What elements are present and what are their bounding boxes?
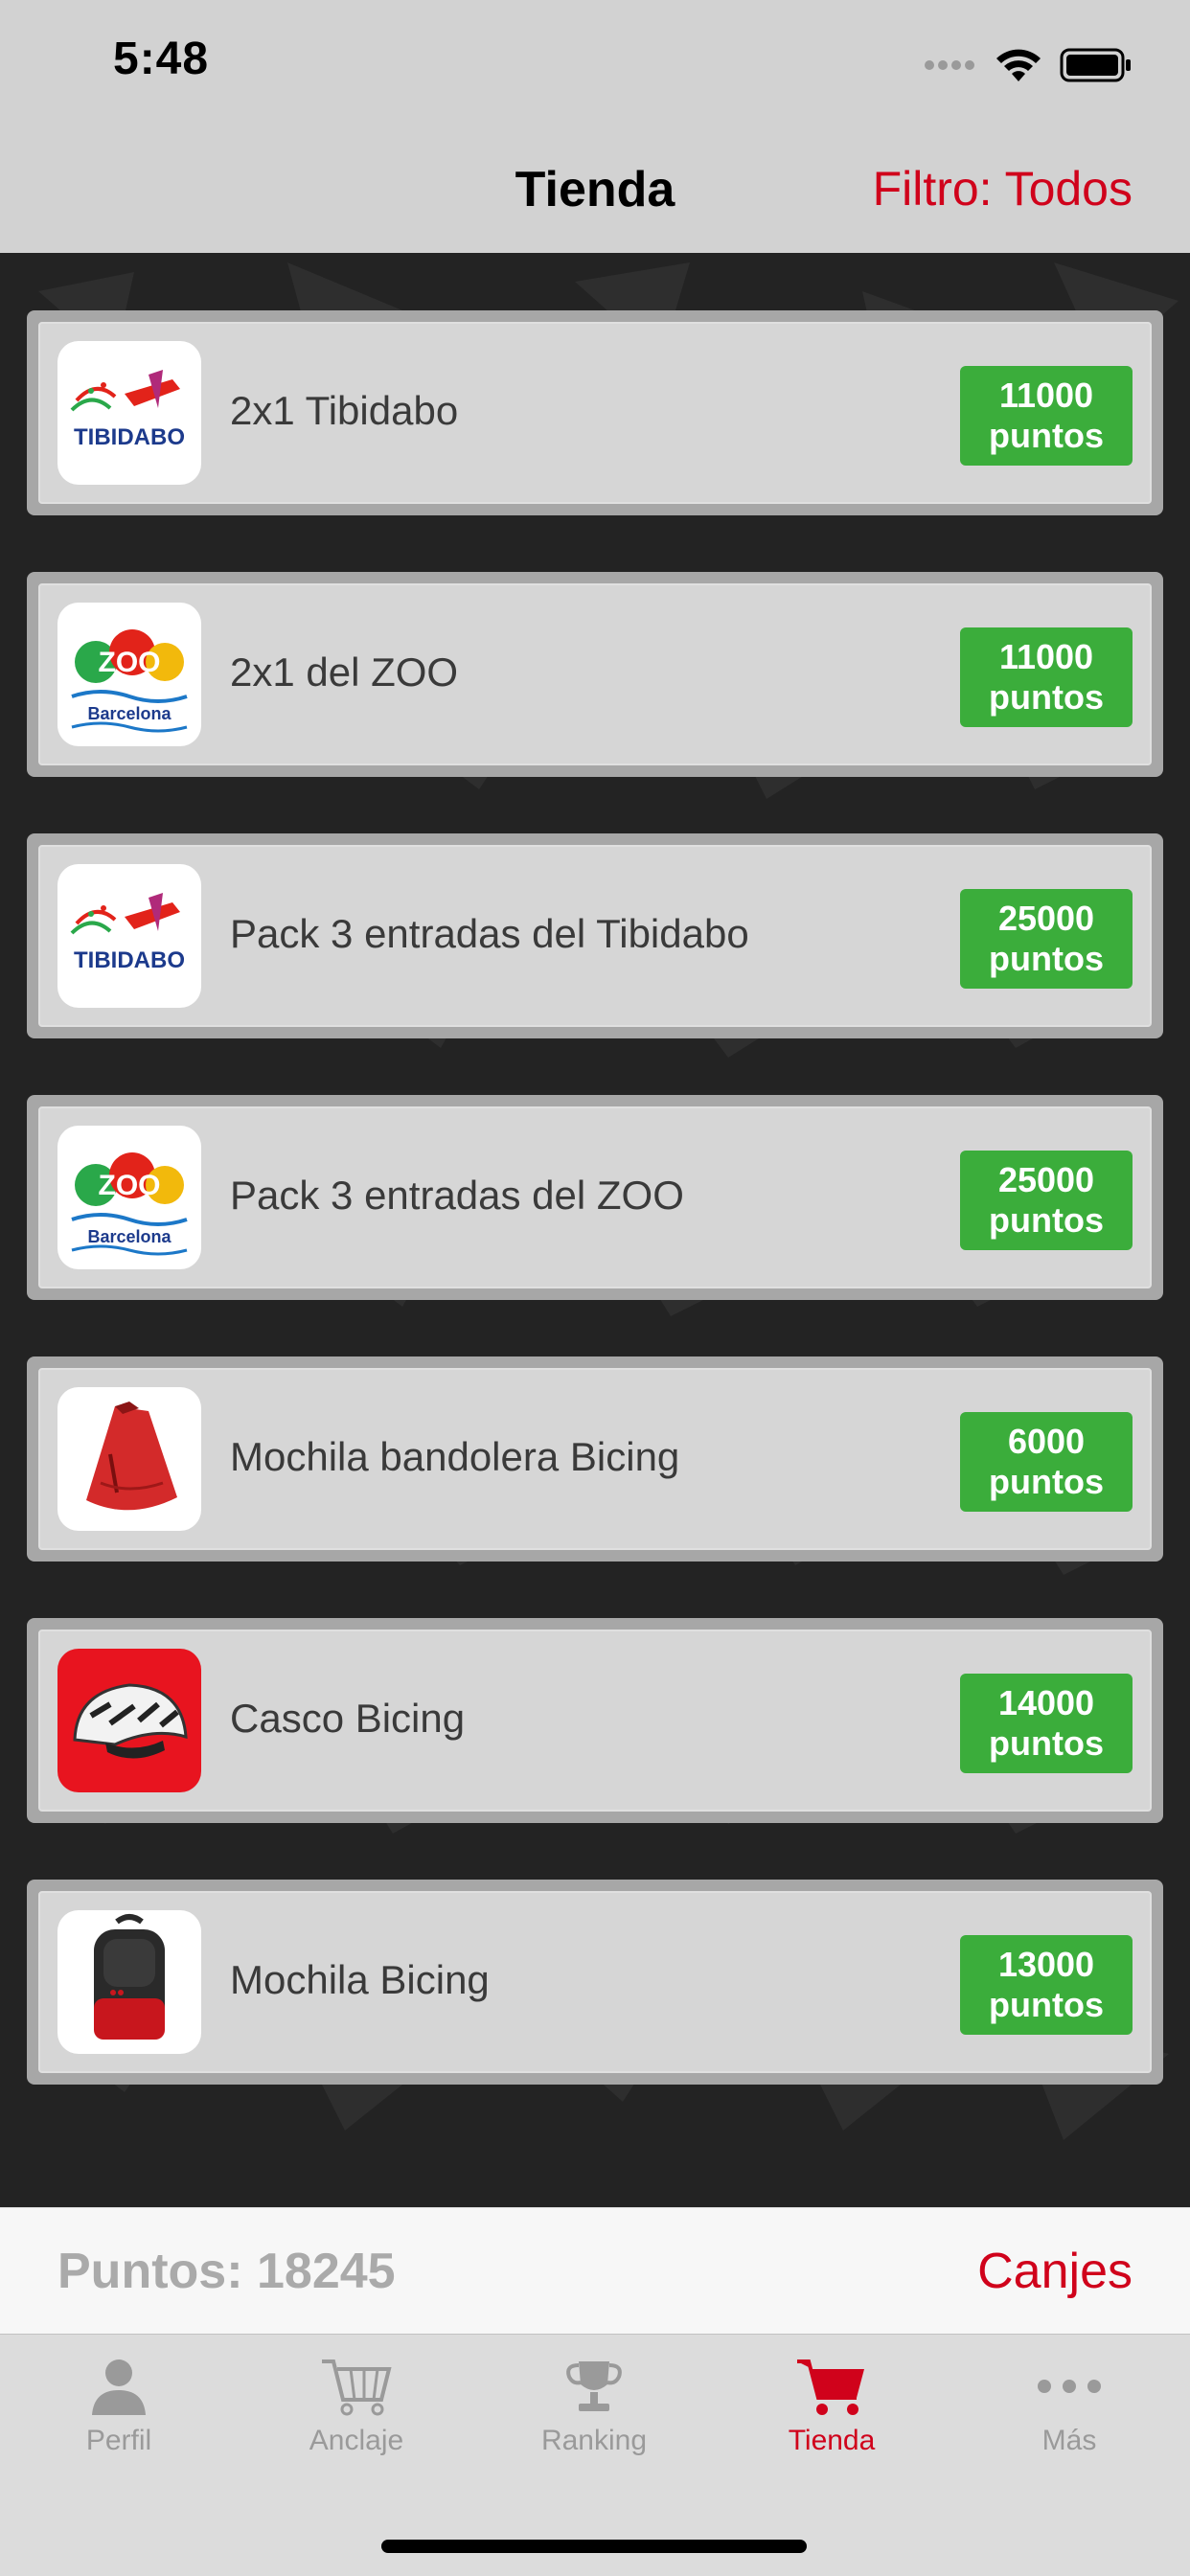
svg-text:ZOO: ZOO — [99, 1170, 161, 1201]
price-value: 14000 — [997, 1683, 1095, 1722]
backpack-image — [57, 1910, 201, 2054]
list-item[interactable]: TIBIDABO 2x1 Tibidabo 11000 puntos — [27, 310, 1163, 515]
item-title: 2x1 Tibidabo — [230, 388, 459, 433]
tab-perfil[interactable]: Perfil — [0, 2356, 238, 2490]
points-total: Puntos: 18245 — [57, 2244, 396, 2299]
tab-anclaje[interactable]: Anclaje — [238, 2356, 475, 2490]
price-unit: puntos — [989, 1462, 1104, 1501]
price-badge[interactable]: 14000 puntos — [960, 1674, 1133, 1773]
tab-label: Ranking — [540, 2425, 648, 2456]
shop-list-area[interactable]: TIBIDABO 2x1 Tibidabo 11000 puntos ZOO B… — [0, 253, 1190, 2207]
price-unit: puntos — [989, 1723, 1104, 1763]
tibidabo-logo: TIBIDABO — [57, 341, 201, 485]
price-value: 11000 — [998, 376, 1094, 415]
price-unit: puntos — [989, 677, 1104, 717]
list-item-body: Mochila Bicing 13000 puntos — [38, 1891, 1152, 2073]
list-item-body: ZOO Barcelona 2x1 del ZOO 11000 puntos — [38, 583, 1152, 765]
price-badge[interactable]: 25000 puntos — [960, 889, 1133, 989]
svg-text:Barcelona: Barcelona — [87, 704, 172, 723]
list-item-body: Mochila bandolera Bicing 6000 puntos — [38, 1368, 1152, 1550]
tab-tienda[interactable]: Tienda — [713, 2356, 950, 2490]
item-title: Pack 3 entradas del Tibidabo — [230, 911, 749, 956]
price-badge[interactable]: 11000 puntos — [960, 366, 1133, 466]
product-list: TIBIDABO 2x1 Tibidabo 11000 puntos ZOO B… — [27, 310, 1163, 2141]
list-item[interactable]: TIBIDABO Pack 3 entradas del Tibidabo 25… — [27, 833, 1163, 1038]
list-item-body: TIBIDABO 2x1 Tibidabo 11000 puntos — [38, 322, 1152, 504]
price-badge[interactable]: 25000 puntos — [960, 1151, 1133, 1250]
price-unit: puntos — [989, 416, 1104, 455]
more-icon — [1038, 2380, 1101, 2393]
list-item-body: ZOO Barcelona Pack 3 entradas del ZOO 25… — [38, 1106, 1152, 1288]
svg-text:ZOO: ZOO — [99, 647, 161, 678]
battery-icon — [1060, 48, 1131, 82]
person-icon — [92, 2359, 146, 2415]
item-title: Pack 3 entradas del ZOO — [230, 1173, 684, 1218]
list-item[interactable]: ZOO Barcelona Pack 3 entradas del ZOO 25… — [27, 1095, 1163, 1300]
status-time: 5:48 — [113, 34, 210, 84]
list-item-body: TIBIDABO Pack 3 entradas del Tibidabo 25… — [38, 845, 1152, 1027]
list-item[interactable]: ZOO Barcelona 2x1 del ZOO 11000 puntos — [27, 572, 1163, 777]
tab-label: Perfil — [85, 2425, 152, 2456]
list-item[interactable]: Mochila Bicing 13000 puntos — [27, 1880, 1163, 2085]
tab-label: Más — [1041, 2425, 1097, 2456]
cart-outline-icon — [322, 2359, 392, 2416]
price-badge[interactable]: 11000 puntos — [960, 627, 1133, 727]
zoo-barcelona-logo: ZOO Barcelona — [57, 1126, 201, 1269]
points-bar: Puntos: 18245 Canjes — [0, 2207, 1190, 2335]
status-icons — [924, 42, 1133, 88]
svg-text:TIBIDABO: TIBIDABO — [74, 424, 185, 450]
svg-text:TIBIDABO: TIBIDABO — [74, 947, 185, 973]
price-value: 25000 — [997, 899, 1095, 938]
signal-icon — [925, 60, 974, 70]
helmet-image — [57, 1649, 201, 1792]
price-value: 11000 — [998, 637, 1094, 676]
item-title: 2x1 del ZOO — [230, 650, 459, 695]
price-badge[interactable]: 13000 puntos — [960, 1935, 1133, 2035]
price-value: 25000 — [997, 1160, 1095, 1199]
price-unit: puntos — [989, 939, 1104, 978]
list-item[interactable]: Casco Bicing 14000 puntos — [27, 1618, 1163, 1823]
svg-text:Barcelona: Barcelona — [87, 1227, 172, 1246]
wifi-icon — [996, 49, 1041, 81]
list-item-body: Casco Bicing 14000 puntos — [38, 1630, 1152, 1812]
sling-bag-image — [57, 1387, 201, 1531]
price-value: 6000 — [1007, 1422, 1086, 1461]
price-unit: puntos — [989, 1985, 1104, 2024]
zoo-barcelona-logo: ZOO Barcelona — [57, 603, 201, 746]
item-title: Mochila Bicing — [230, 1957, 490, 2002]
navigation-bar: Tienda Filtro: Todos — [0, 134, 1190, 254]
tab-label: Tienda — [788, 2425, 876, 2456]
price-value: 13000 — [997, 1945, 1095, 1984]
price-badge[interactable]: 6000 puntos — [960, 1412, 1133, 1512]
tab-label: Anclaje — [309, 2425, 404, 2456]
price-unit: puntos — [989, 1200, 1104, 1240]
filter-button[interactable]: Filtro: Todos — [873, 161, 1133, 217]
tab-bar: Perfil Anclaje Ranking Tienda Más — [0, 2334, 1190, 2576]
list-item[interactable]: Mochila bandolera Bicing 6000 puntos — [27, 1356, 1163, 1562]
canjes-button[interactable]: Canjes — [977, 2243, 1133, 2300]
home-indicator[interactable] — [381, 2540, 807, 2553]
tab-mas[interactable]: Más — [950, 2356, 1188, 2490]
item-title: Casco Bicing — [230, 1696, 466, 1741]
shopping-cart-icon — [797, 2359, 864, 2415]
tab-ranking[interactable]: Ranking — [475, 2356, 713, 2490]
tibidabo-logo: TIBIDABO — [57, 864, 201, 1008]
trophy-icon — [566, 2361, 622, 2411]
status-bar: 5:48 — [0, 0, 1190, 134]
item-title: Mochila bandolera Bicing — [230, 1434, 680, 1479]
